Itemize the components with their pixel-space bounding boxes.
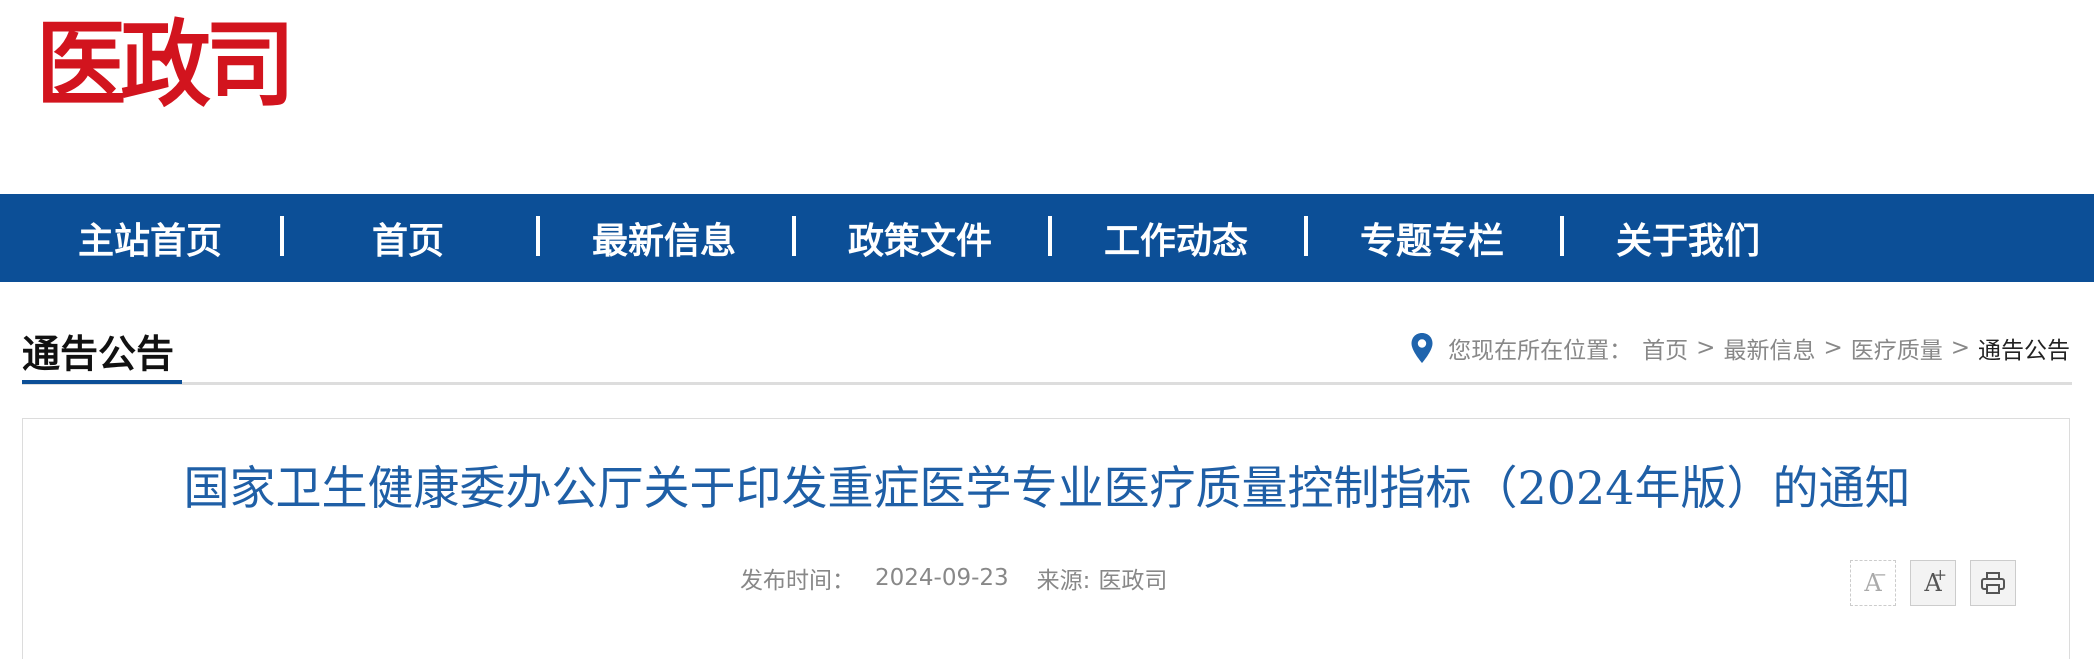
decrease-font-button[interactable]: A − — [1850, 560, 1896, 606]
nav-item-work-news[interactable]: 工作动态 — [1048, 194, 1304, 282]
breadcrumb-item-current: 通告公告 — [1978, 338, 2070, 364]
source-value: 医政司 — [1098, 568, 1168, 594]
section-divider — [22, 382, 2072, 385]
article-meta: 发布时间： 2024-09-23 来源: 医政司 — [740, 560, 1167, 596]
nav-item-main-home[interactable]: 主站首页 — [22, 194, 278, 282]
section-title: 通告公告 — [22, 332, 175, 376]
nav-item-latest[interactable]: 最新信息 — [536, 194, 792, 282]
section-title-underline — [22, 380, 182, 384]
printer-icon — [1981, 572, 2005, 594]
breadcrumb-prefix: 您现在所在位置： — [1448, 338, 1633, 364]
nav-item-topics[interactable]: 专题专栏 — [1304, 194, 1560, 282]
nav-item-about[interactable]: 关于我们 — [1560, 194, 1816, 282]
publish-date: 2024-09-23 — [875, 565, 1009, 591]
logo-text: 医政司 — [36, 11, 295, 120]
increase-font-button[interactable]: A + — [1910, 560, 1956, 606]
article-container — [22, 418, 2070, 659]
article-tools: A − A + — [1850, 560, 2016, 606]
print-button[interactable] — [1970, 560, 2016, 606]
source-label: 来源: — [1036, 568, 1091, 594]
breadcrumb-separator: > — [1950, 335, 1970, 361]
article-title: 国家卫生健康委办公厅关于印发重症医学专业医疗质量控制指标（2024年版）的通知 — [183, 461, 1911, 515]
nav-item-policy[interactable]: 政策文件 — [792, 194, 1048, 282]
location-pin-icon — [1411, 333, 1433, 363]
breadcrumb-item-latest[interactable]: 最新信息 — [1723, 331, 1815, 365]
breadcrumb: 您现在所在位置： 首页 > 最新信息 > 医疗质量 > 通告公告 — [1410, 330, 2070, 366]
nav-item-home[interactable]: 首页 — [280, 194, 536, 282]
breadcrumb-separator: > — [1823, 335, 1843, 361]
breadcrumb-separator: > — [1696, 335, 1716, 361]
breadcrumb-item-home[interactable]: 首页 — [1642, 331, 1688, 365]
site-logo[interactable]: 医政司 — [36, 18, 356, 114]
main-nav: 主站首页 首页 最新信息 政策文件 工作动态 专题专栏 关于我们 — [0, 194, 2094, 282]
breadcrumb-item-quality[interactable]: 医疗质量 — [1851, 331, 1943, 365]
publish-label: 发布时间： — [740, 568, 855, 594]
